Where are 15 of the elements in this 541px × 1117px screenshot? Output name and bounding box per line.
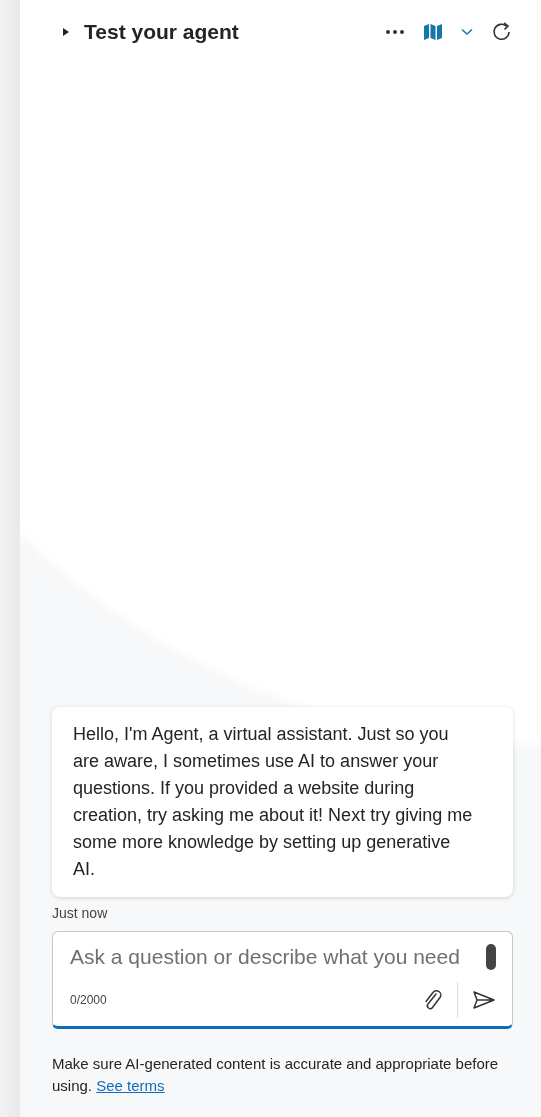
message-text: Hello, I'm Agent, a virtual assistant. Just so you are aware, I sometimes use AI to answer your questions. If you provided a website during creation, try asking me about it! Next try giving me some more knowledge by setting up generative AI.	[73, 724, 473, 879]
map-icon[interactable]	[423, 23, 443, 41]
refresh-icon[interactable]	[491, 21, 513, 43]
paperclip-icon[interactable]	[423, 989, 443, 1011]
caret-icon[interactable]	[62, 27, 70, 37]
chat-input-field[interactable]: Ask a question or describe what you need	[70, 945, 486, 969]
panel-title: Test your agent	[84, 20, 239, 44]
chevron-down-icon[interactable]	[461, 28, 473, 36]
disclaimer-text: Make sure AI-generated content is accurate and appropriate before using. See terms	[52, 1054, 500, 1096]
scrollbar-thumb[interactable]	[486, 944, 496, 970]
more-icon[interactable]	[385, 29, 405, 35]
character-counter: 0/2000	[70, 993, 107, 1007]
see-terms-link[interactable]: See terms	[96, 1077, 165, 1094]
message-timestamp: Just now	[52, 905, 109, 921]
send-icon[interactable]	[472, 990, 496, 1010]
